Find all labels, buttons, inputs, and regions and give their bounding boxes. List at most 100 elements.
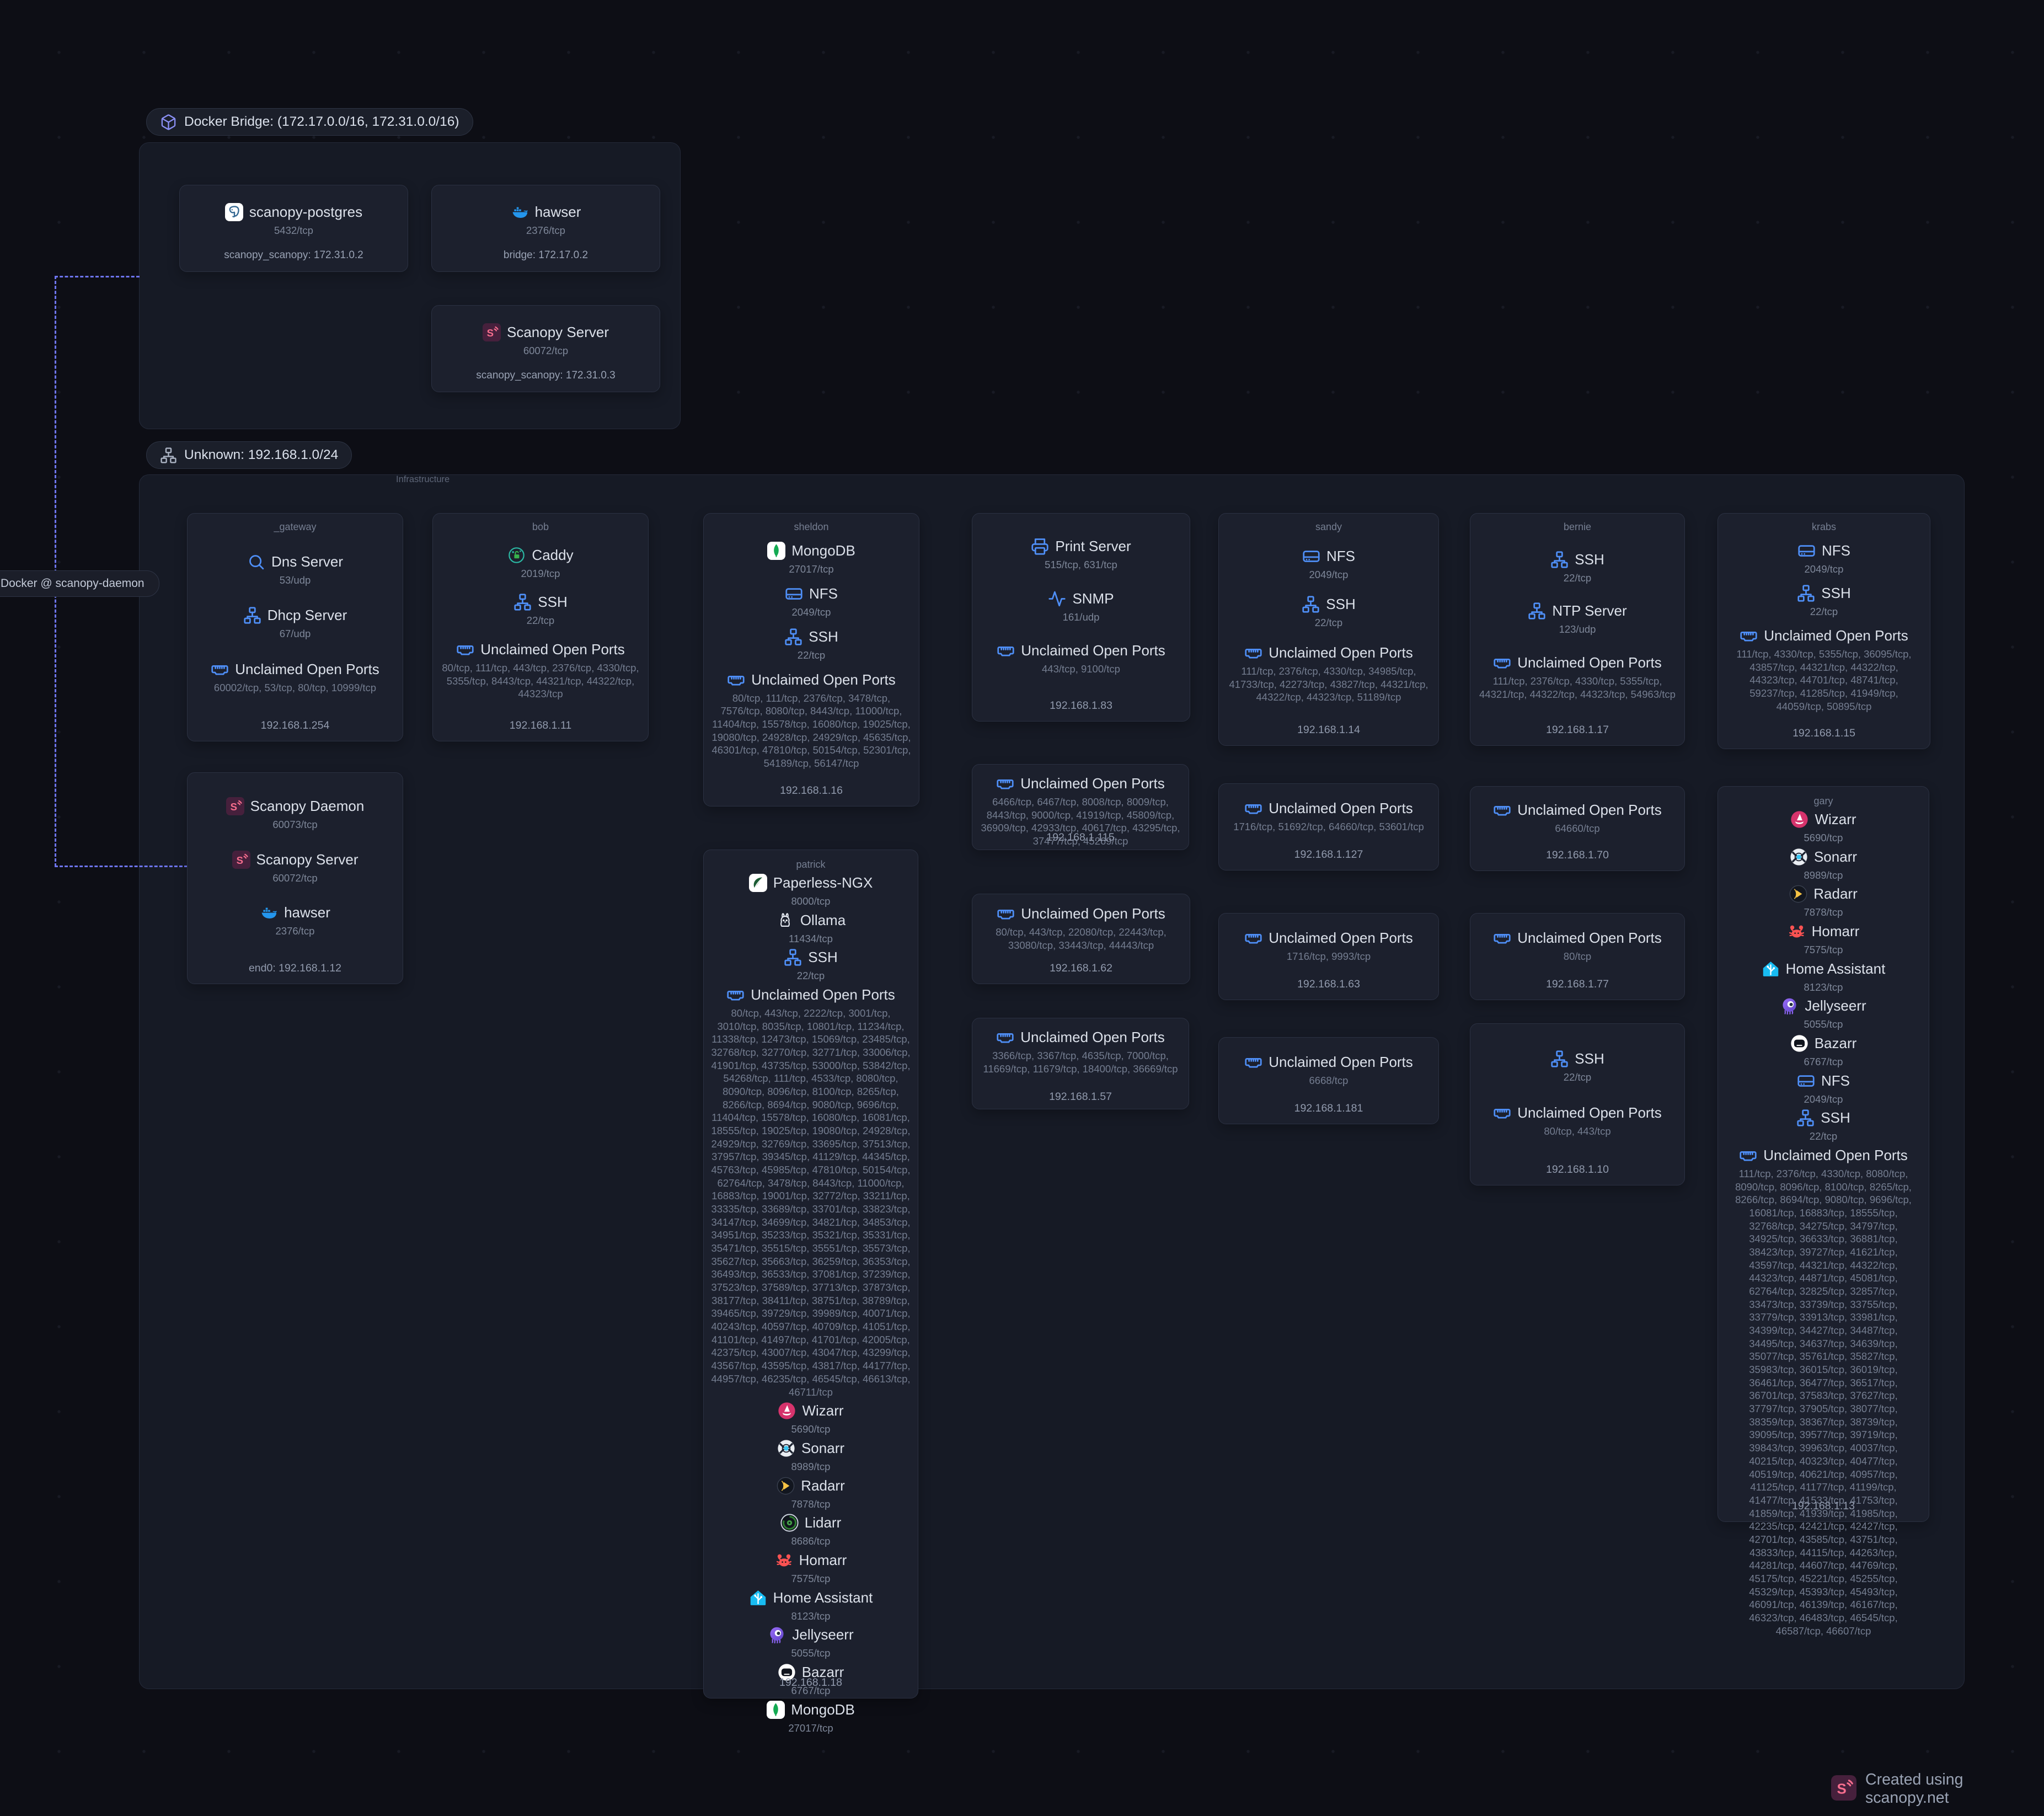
- node-card-host-181[interactable]: Unclaimed Open Ports6668/tcp192.168.1.18…: [1218, 1037, 1439, 1124]
- node-card-host-115[interactable]: Unclaimed Open Ports6466/tcp, 6467/tcp, …: [972, 764, 1189, 850]
- service-ports: 8000/tcp: [711, 895, 911, 908]
- service-ports: 111/tcp, 4330/tcp, 5355/tcp, 36095/tcp, …: [1726, 648, 1922, 713]
- service-ssh: SSH22/tcp: [1726, 584, 1922, 618]
- node-card-scanopy-postgres[interactable]: scanopy-postgres5432/tcpscanopy_scanopy:…: [179, 185, 408, 272]
- service-ports: 7575/tcp: [1725, 943, 1922, 957]
- service-home-assistant: Home Assistant 8123/tcp: [711, 1589, 911, 1623]
- service-name: NFS: [1326, 548, 1355, 565]
- service-scanopy-server: SScanopy Server60072/tcp: [195, 851, 395, 885]
- service-ports: 60072/tcp: [195, 872, 395, 885]
- service-unclaimed-open-ports: Unclaimed Open Ports80/tcp, 111/tcp, 443…: [441, 640, 640, 701]
- mongodb-icon: [767, 542, 785, 560]
- service-ports: 5690/tcp: [711, 1423, 911, 1436]
- service-ports: 8989/tcp: [1725, 869, 1922, 882]
- service-ports: 8686/tcp: [711, 1535, 911, 1548]
- service-name: SSH: [809, 628, 838, 645]
- node-card-host-63[interactable]: Unclaimed Open Ports1716/tcp, 9993/tcp19…: [1218, 913, 1439, 1000]
- docker-icon: [260, 904, 278, 922]
- service-ports: 111/tcp, 2376/tcp, 4330/tcp, 34985/tcp, …: [1227, 665, 1431, 704]
- service-ports: 22/tcp: [711, 969, 911, 982]
- node-card-bernie[interactable]: bernieSSH22/tcpNTP Server123/udpUnclaime…: [1470, 513, 1685, 746]
- service-ports: 80/tcp, 443/tcp, 22080/tcp, 22443/tcp, 3…: [980, 926, 1182, 952]
- node-card-host-62[interactable]: Unclaimed Open Ports80/tcp, 443/tcp, 220…: [972, 894, 1190, 984]
- network-map-canvas: Docker @ scanopy-daemon Docker Bridge: (…: [0, 0, 2044, 1816]
- service-name: Home Assistant: [773, 1589, 873, 1606]
- service-unclaimed-open-ports: Unclaimed Open Ports3366/tcp, 3367/tcp, …: [980, 1028, 1181, 1075]
- service-ports: 60002/tcp, 53/tcp, 80/tcp, 10999/tcp: [195, 681, 395, 695]
- node-card-hawser-bridge[interactable]: hawser2376/tcpbridge: 172.17.0.2: [431, 185, 660, 272]
- service-list: Wizarr5690/tcpSonarr8989/tcpRadarr7878/t…: [1725, 810, 1922, 1637]
- service-name: SSH: [538, 594, 567, 611]
- node-card-patrick[interactable]: patrickPaperless-NGX8000/tcpOllama11434/…: [703, 850, 918, 1699]
- service-nfs: NFS2049/tcp: [1726, 542, 1922, 576]
- service-nfs: NFS 2049/tcp: [1227, 547, 1431, 581]
- service-ports: 8123/tcp: [711, 1610, 911, 1623]
- service-list: SScanopy Server60072/tcp: [440, 311, 652, 370]
- service-ports: 443/tcp, 9100/tcp: [980, 663, 1182, 676]
- ethernet-icon: [1493, 801, 1511, 819]
- group-header-docker-bridge[interactable]: Docker Bridge: (172.17.0.0/16, 172.31.0.…: [146, 108, 473, 136]
- service-hawser: hawser2376/tcp: [440, 203, 652, 237]
- service-ports: 7575/tcp: [711, 1572, 911, 1585]
- node-card-host-70[interactable]: Unclaimed Open Ports64660/tcp192.168.1.7…: [1470, 786, 1685, 871]
- service-ports: 5432/tcp: [188, 224, 400, 237]
- service-name: SSH: [1821, 1109, 1850, 1126]
- node-address: scanopy_scanopy: 172.31.0.3: [440, 370, 652, 392]
- service-ports: 7878/tcp: [711, 1498, 911, 1511]
- node-card-scanopy-server[interactable]: SScanopy Server60072/tcpscanopy_scanopy:…: [431, 305, 660, 392]
- node-card-bob[interactable]: bobCaddy2019/tcpSSH22/tcpUnclaimed Open …: [432, 513, 649, 741]
- service-print-server: Print Server515/tcp, 631/tcp: [980, 537, 1182, 571]
- service-nfs: NFS2049/tcp: [711, 585, 911, 619]
- footer-credit[interactable]: S Created using scanopy.net: [1831, 1771, 2044, 1807]
- printer-icon: [1031, 537, 1049, 556]
- jellyseerr-icon: [768, 1626, 786, 1644]
- service-list: MongoDB27017/tcpNFS2049/tcpSSH22/tcpUncl…: [711, 533, 911, 779]
- service-name: SSH: [1575, 1050, 1604, 1067]
- service-name: Sonarr: [801, 1440, 844, 1457]
- service-ports: 80/tcp, 111/tcp, 2376/tcp, 3478/tcp, 757…: [711, 692, 911, 770]
- connector-label[interactable]: Docker @ scanopy-daemon: [0, 570, 159, 597]
- service-ports: 6668/tcp: [1227, 1074, 1431, 1087]
- home-assistant-icon: [749, 1589, 767, 1607]
- service-unclaimed-open-ports: Unclaimed Open Ports111/tcp, 2376/tcp, 4…: [1227, 644, 1431, 704]
- node-ip: 192.168.1.18: [704, 1676, 918, 1689]
- ethernet-icon: [1740, 627, 1758, 645]
- node-card-host-127[interactable]: Unclaimed Open Ports1716/tcp, 51692/tcp,…: [1218, 783, 1439, 870]
- node-card-krabs[interactable]: krabsNFS2049/tcpSSH22/tcpUnclaimed Open …: [1717, 513, 1930, 749]
- node-card-scanopy-daemon[interactable]: SScanopy Daemon60073/tcpSScanopy Server6…: [187, 772, 403, 984]
- service-name: Unclaimed Open Ports: [751, 986, 895, 1003]
- service-ports: 7878/tcp: [1725, 906, 1922, 919]
- service-list: SSH22/tcpUnclaimed Open Ports80/tcp, 443…: [1478, 1029, 1677, 1158]
- service-name: Scanopy Server: [256, 851, 358, 868]
- node-card-host-10[interactable]: SSH22/tcpUnclaimed Open Ports80/tcp, 443…: [1470, 1023, 1685, 1185]
- service-unclaimed-open-ports: Unclaimed Open Ports111/tcp, 2376/tcp, 4…: [1478, 654, 1677, 701]
- service-scanopy-postgres: scanopy-postgres5432/tcp: [188, 203, 400, 237]
- service-unclaimed-open-ports: Unclaimed Open Ports60002/tcp, 53/tcp, 8…: [195, 660, 395, 695]
- node-card-sheldon[interactable]: sheldonMongoDB27017/tcpNFS2049/tcpSSH22/…: [703, 513, 919, 806]
- node-card-sandy[interactable]: sandyNFS2049/tcpSSH22/tcpUnclaimed Open …: [1218, 513, 1439, 746]
- service-ssh: SSH22/tcp: [1227, 595, 1431, 629]
- service-ports: 2049/tcp: [1227, 568, 1431, 581]
- node-card-gary[interactable]: garyWizarr5690/tcpSonarr8989/tcpRadarr78…: [1717, 786, 1929, 1522]
- node-ip: 192.168.1.57: [972, 1091, 1189, 1103]
- jellyseerr-icon: [1780, 997, 1799, 1015]
- service-ports: 22/tcp: [1227, 616, 1431, 629]
- service-name: Unclaimed Open Ports: [1021, 642, 1165, 659]
- service-name: Unclaimed Open Ports: [1269, 800, 1413, 817]
- ethernet-icon: [727, 671, 745, 689]
- service-unclaimed-open-ports: Unclaimed Open Ports 443/tcp, 9100/tcp: [980, 642, 1182, 676]
- node-hostname: sheldon: [711, 519, 911, 533]
- service-unclaimed-open-ports: Unclaimed Open Ports80/tcp, 443/tcp, 222…: [711, 986, 911, 1398]
- node-ip: 192.168.1.127: [1227, 843, 1431, 870]
- node-card-host-57[interactable]: Unclaimed Open Ports3366/tcp, 3367/tcp, …: [972, 1018, 1189, 1109]
- service-name: Home Assistant: [1786, 960, 1886, 978]
- homarr-icon: [1788, 922, 1806, 941]
- service-name: SSH: [808, 949, 837, 966]
- service-bazarr: Bazarr6767/tcp: [1725, 1034, 1922, 1069]
- node-hostname: krabs: [1726, 519, 1922, 533]
- service-name: NFS: [1822, 542, 1850, 559]
- node-card-host-77[interactable]: Unclaimed Open Ports80/tcp192.168.1.77: [1470, 913, 1685, 1000]
- node-card-gateway[interactable]: _gatewayDns Server53/udpDhcp Server67/ud…: [187, 513, 403, 741]
- node-card-print-183[interactable]: Print Server515/tcp, 631/tcpSNMP161/udpU…: [972, 513, 1190, 722]
- group-header-unknown-lan[interactable]: Unknown: 192.168.1.0/24: [146, 441, 352, 469]
